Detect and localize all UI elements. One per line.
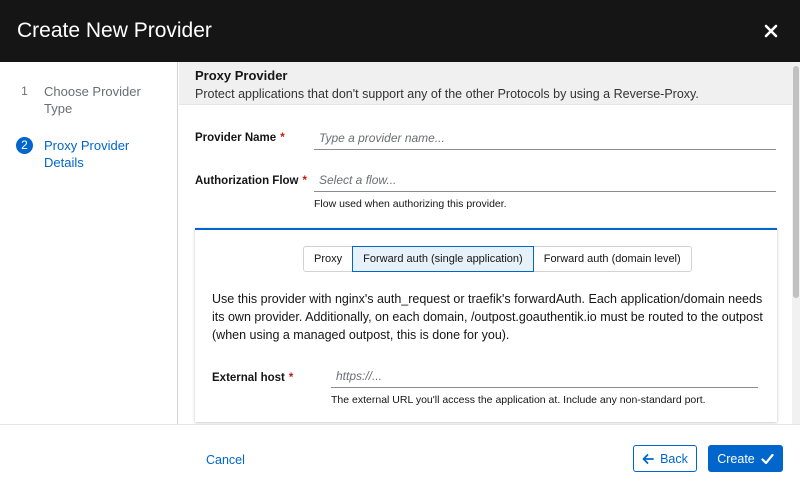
mode-description: Use this provider with nginx's auth_requ…	[212, 292, 763, 342]
authorization-flow-label: Authorization Flow *	[195, 175, 307, 187]
back-button[interactable]: Back	[633, 445, 697, 472]
wizard-step-proxy-provider-details[interactable]: 2 Proxy Provider Details	[0, 136, 178, 170]
modal-header: Create New Provider	[0, 0, 800, 62]
wizard-step-choose-provider-type[interactable]: 1 Choose Provider Type	[0, 82, 178, 122]
mode-forward-auth-single-toggle[interactable]: Forward auth (single application)	[352, 246, 534, 272]
close-icon	[764, 24, 778, 38]
external-host-helper: The external URL you'll access the appli…	[331, 394, 706, 406]
section-header: Proxy Provider Protect applications that…	[179, 62, 792, 105]
external-host-input[interactable]	[331, 364, 758, 388]
external-host-label: External host *	[212, 372, 294, 384]
create-label: Create	[717, 451, 755, 466]
cancel-button[interactable]: Cancel	[206, 452, 245, 468]
mode-forward-auth-domain-toggle[interactable]: Forward auth (domain level)	[532, 246, 692, 272]
wizard-footer: Cancel Back Create	[0, 424, 800, 485]
wizard-body: Proxy Provider Protect applications that…	[179, 62, 792, 424]
create-button[interactable]: Create	[708, 445, 783, 472]
arrow-left-icon	[642, 453, 654, 464]
back-label: Back	[660, 451, 688, 466]
provider-name-input[interactable]	[314, 126, 776, 150]
modal-title: Create New Provider	[17, 19, 212, 42]
step-label: Proxy Provider Details	[44, 138, 130, 170]
section-title: Proxy Provider	[195, 68, 288, 83]
close-button[interactable]	[760, 20, 782, 42]
scrollbar-thumb[interactable]	[793, 66, 799, 298]
required-mark: *	[288, 372, 294, 384]
step-label: Choose Provider Type	[44, 84, 141, 116]
check-icon	[761, 453, 774, 464]
wizard-steps-nav: 1 Choose Provider Type 2 Proxy Provider …	[0, 62, 178, 424]
mode-toggle-group: Proxy Forward auth (single application) …	[303, 246, 692, 272]
mode-proxy-toggle[interactable]: Proxy	[303, 246, 354, 272]
authorization-flow-select[interactable]	[314, 168, 776, 192]
mode-card: Proxy Forward auth (single application) …	[195, 228, 777, 422]
section-description: Protect applications that don't support …	[195, 87, 699, 101]
required-mark: *	[280, 132, 285, 144]
scrollbar[interactable]	[792, 62, 800, 424]
required-mark: *	[302, 175, 307, 187]
provider-name-label: Provider Name *	[195, 132, 285, 144]
authorization-flow-helper: Flow used when authorizing this provider…	[314, 198, 507, 210]
step-number: 2	[16, 137, 33, 154]
step-number: 1	[21, 84, 28, 98]
